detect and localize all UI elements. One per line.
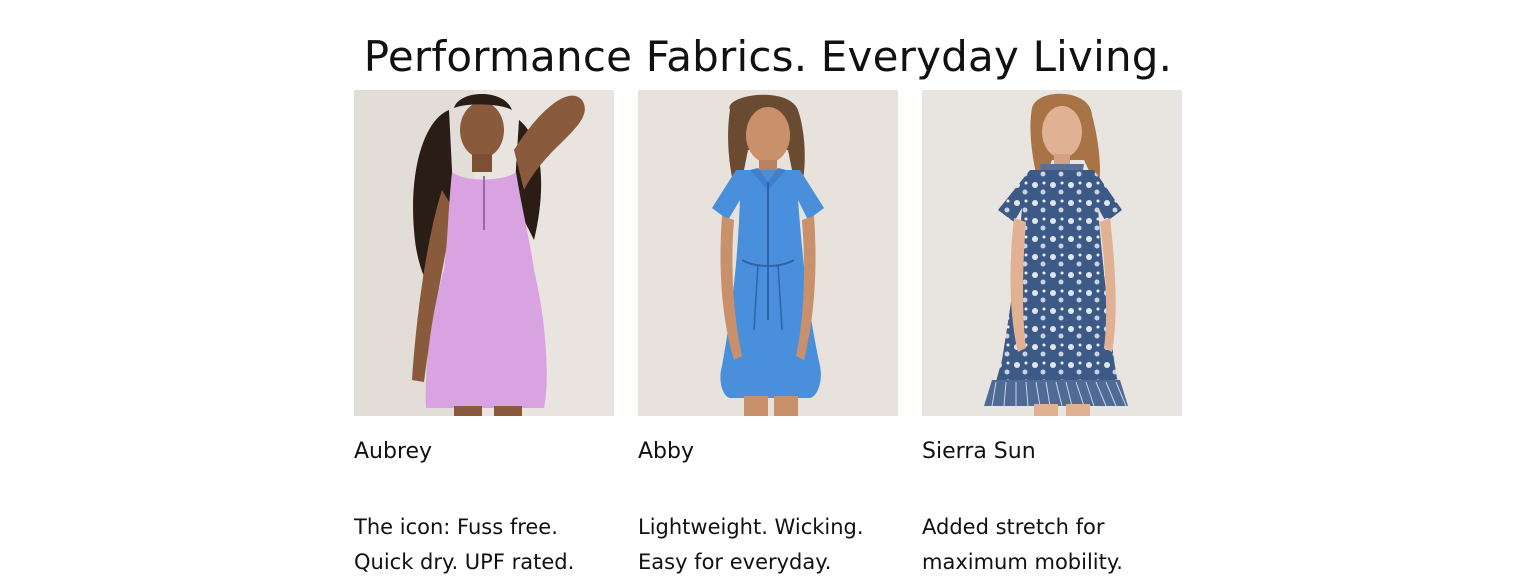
- product-card-sierra-sun[interactable]: Sierra Sun Added stretch for maximum mob…: [922, 90, 1182, 580]
- product-photo-aubrey: [354, 90, 614, 416]
- product-grid: Aubrey The icon: Fuss free. Quick dry. U…: [354, 90, 1182, 580]
- product-photo-sierra-sun: [922, 90, 1182, 416]
- description-line: maximum mobility.: [922, 550, 1123, 574]
- product-description: The icon: Fuss free. Quick dry. UPF rate…: [354, 510, 614, 580]
- description-line: Lightweight. Wicking.: [638, 515, 864, 539]
- product-card-abby[interactable]: Abby Lightweight. Wicking. Easy for ever…: [638, 90, 898, 580]
- model-in-blue-polo-dress-image[interactable]: [638, 90, 898, 416]
- description-line: Quick dry. UPF rated.: [354, 550, 575, 574]
- product-card-aubrey[interactable]: Aubrey The icon: Fuss free. Quick dry. U…: [354, 90, 614, 580]
- product-name[interactable]: Sierra Sun: [922, 438, 1182, 466]
- product-description: Lightweight. Wicking. Easy for everyday.: [638, 510, 898, 580]
- product-description: Added stretch for maximum mobility.: [922, 510, 1182, 580]
- description-line: The icon: Fuss free.: [354, 515, 558, 539]
- model-in-navy-floral-dress-image[interactable]: [922, 90, 1182, 416]
- page-title: Performance Fabrics. Everyday Living.: [363, 32, 1173, 82]
- product-photo-abby: [638, 90, 898, 416]
- product-name[interactable]: Abby: [638, 438, 898, 466]
- product-name[interactable]: Aubrey: [354, 438, 614, 466]
- description-line: Easy for everyday.: [638, 550, 832, 574]
- description-line: Added stretch for: [922, 515, 1105, 539]
- model-in-lavender-dress-image[interactable]: [354, 90, 614, 416]
